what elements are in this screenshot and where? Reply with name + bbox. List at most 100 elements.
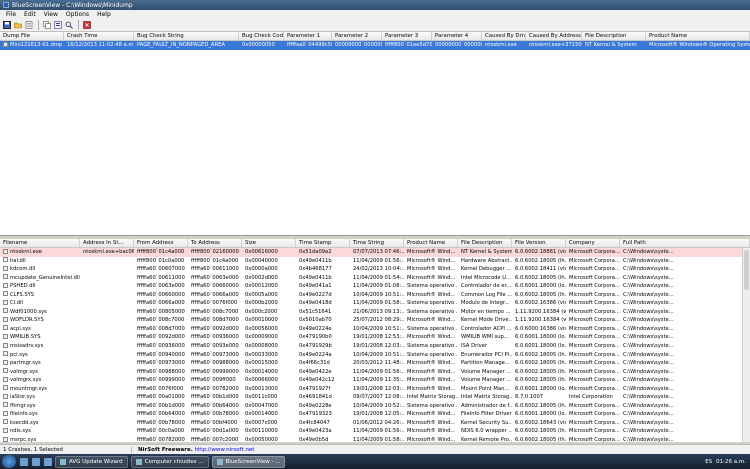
column-header-product-name[interactable]: Product Name bbox=[646, 32, 750, 40]
table-cell: 0x49e0423a bbox=[296, 427, 350, 436]
exit-icon[interactable] bbox=[82, 20, 91, 29]
table-row[interactable]: fltmgr.sys fffffa60`00b1d000 fffffa60`00b6… bbox=[0, 402, 750, 411]
cell-text: Intel Corporation bbox=[569, 394, 613, 401]
table-row[interactable]: CI.dll fffffa60`0066a000 fffffa60`0076f000… bbox=[0, 299, 750, 308]
table-row[interactable]: WDFLDR.SYS fffffa60`008c7000 fffffa60`008d… bbox=[0, 316, 750, 325]
cell-text: fffffa60`0092d000 bbox=[191, 325, 239, 332]
save-icon[interactable] bbox=[2, 20, 11, 29]
table-cell bbox=[80, 427, 134, 436]
table-row[interactable]: mountmgr.sys fffffa60`0076f000 fffffa60`00… bbox=[0, 385, 750, 394]
table-row[interactable]: WMILIB.SYS fffffa60`0092d000 fffffa60`0093… bbox=[0, 333, 750, 342]
cell-text: Volume Manager ... bbox=[461, 377, 512, 384]
quick-launch-icon[interactable] bbox=[32, 457, 40, 466]
driver-list-pane[interactable]: Filename Address In St... From Address To A… bbox=[0, 239, 750, 442]
column-header-bug-check-code[interactable]: Bug Check Code bbox=[239, 32, 284, 40]
table-row[interactable]: Mini121613-01.dmp 16/12/2013 11:02:48 a.m… bbox=[0, 41, 750, 50]
table-row[interactable]: CLFS.SYS fffffa60`00660000 fffffa60`0066a0… bbox=[0, 291, 750, 300]
column-header-time-string[interactable]: Time String bbox=[350, 239, 404, 247]
column-header-parameter-1[interactable]: Parameter 1 bbox=[284, 32, 332, 40]
open-folder-icon[interactable] bbox=[13, 20, 22, 29]
scrollbar-thumb[interactable] bbox=[744, 250, 749, 290]
table-row[interactable]: partmgr.sys fffffa60`00973000 fffffa60`009… bbox=[0, 359, 750, 368]
quick-launch-icon[interactable] bbox=[20, 457, 28, 466]
cell-text: fffffa60`0093e000 bbox=[191, 343, 239, 350]
column-header-file-description[interactable]: File Description bbox=[582, 32, 646, 40]
clock[interactable]: 01:26 a.m. bbox=[716, 459, 746, 465]
column-header-company[interactable]: Company bbox=[566, 239, 620, 247]
table-cell: Microsoft® Wind... bbox=[404, 385, 458, 394]
column-header-address-in-st[interactable]: Address In St... bbox=[80, 239, 134, 247]
table-row[interactable]: ntoskrnl.exe ntoskrnl.exe+bac06 fffff800`0… bbox=[0, 248, 750, 257]
column-header-dump-file[interactable]: Dump File bbox=[0, 32, 64, 40]
cell-text: fffffa60`00611000 bbox=[191, 266, 239, 273]
properties-icon[interactable] bbox=[53, 20, 62, 29]
column-header-parameter-3[interactable]: Parameter 3 bbox=[382, 32, 432, 40]
table-cell: NDIS 6.0 wrapper ... bbox=[458, 427, 512, 436]
table-cell: 8.7.0.1007 bbox=[512, 393, 566, 402]
nirsoft-link[interactable]: http://www.nirsoft.net bbox=[195, 447, 255, 453]
menu-view[interactable]: View bbox=[40, 11, 62, 18]
language-indicator[interactable]: ES bbox=[705, 459, 712, 465]
table-row[interactable]: acpi.sys fffffa60`008d7000 fffffa60`0092d0… bbox=[0, 325, 750, 334]
table-row[interactable]: msrpc.sys fffffa60`00782000 fffffa60`007c2… bbox=[0, 436, 750, 442]
column-header-from-address[interactable]: From Address bbox=[134, 239, 188, 247]
table-row[interactable]: mcupdate_GenuineIntel.dll fffffa60`006110… bbox=[0, 274, 750, 283]
column-header-caused-by-driver[interactable]: Caused By Driver bbox=[482, 32, 526, 40]
column-header-full-path[interactable]: Full Path bbox=[620, 239, 750, 247]
task-bluescreenview[interactable]: BlueScreenView - ... bbox=[211, 455, 286, 468]
cell-text: Microsoft Corpora... bbox=[569, 317, 620, 324]
table-cell: C:\Windows\syste... bbox=[620, 248, 750, 257]
cell-text: Módulo de integr... bbox=[461, 300, 510, 307]
table-cell: partmgr.sys bbox=[0, 359, 80, 368]
column-header-parameter-4[interactable]: Parameter 4 bbox=[432, 32, 482, 40]
cell-text: Microsoft Corpora... bbox=[569, 411, 620, 418]
column-header-product-name[interactable]: Product Name bbox=[404, 239, 458, 247]
cell-text: ntoskrnl.exe bbox=[10, 249, 42, 255]
table-row[interactable]: volmgr.sys fffffa60`00988000 fffffa60`0099… bbox=[0, 368, 750, 377]
table-cell: 21/06/2013 09:13:... bbox=[350, 308, 404, 317]
vertical-scrollbar[interactable] bbox=[742, 248, 750, 442]
table-row[interactable]: fileinfo.sys fffffa60`00b64000 fffffa60`00… bbox=[0, 410, 750, 419]
menu-file[interactable]: File bbox=[2, 11, 20, 18]
table-cell: Módulo de integr... bbox=[458, 299, 512, 308]
column-header-caused-by-address[interactable]: Caused By Address bbox=[526, 32, 582, 40]
column-header-filename[interactable]: Filename bbox=[0, 239, 80, 247]
column-header-size[interactable]: Size bbox=[242, 239, 296, 247]
quick-launch-icon[interactable] bbox=[44, 457, 52, 466]
table-row[interactable]: Wdf01000.sys fffffa60`00805000 fffffa60`00… bbox=[0, 308, 750, 317]
find-icon[interactable] bbox=[64, 20, 73, 29]
column-header-file-version[interactable]: File Version bbox=[512, 239, 566, 247]
cell-text: 6.0.6002.18005 (lh... bbox=[515, 428, 566, 435]
cell-text: Sistema operativo ... bbox=[407, 283, 458, 290]
cell-text: Microsoft Corpora... bbox=[569, 343, 620, 350]
column-header-to-address[interactable]: To Address bbox=[188, 239, 242, 247]
column-header-file-description[interactable]: File Description bbox=[458, 239, 512, 247]
column-header-crash-time[interactable]: Crash Time bbox=[64, 32, 134, 40]
table-cell: Microsoft® Wind... bbox=[404, 316, 458, 325]
column-header-parameter-2[interactable]: Parameter 2 bbox=[332, 32, 382, 40]
html-report-icon[interactable] bbox=[24, 20, 33, 29]
table-row[interactable]: hal.dll fffff800`01c0a000 fffff800`01c4a00… bbox=[0, 257, 750, 266]
table-row[interactable]: iaStor.sys fffffa60`00a01000 fffffa60`00b1… bbox=[0, 393, 750, 402]
table-row[interactable]: pci.sys fffffa60`00940000 fffffa60`0097300… bbox=[0, 351, 750, 360]
table-row[interactable]: ndis.sys fffffa60`00c0a000 fffffa60`00d1a0… bbox=[0, 427, 750, 436]
table-row[interactable]: volmgrx.sys fffffa60`00999000 fffffa60`009… bbox=[0, 376, 750, 385]
cell-text: partmgr.sys bbox=[10, 360, 41, 367]
column-header-bug-check-string[interactable]: Bug Check String bbox=[134, 32, 239, 40]
column-header-time-stamp[interactable]: Time Stamp bbox=[296, 239, 350, 247]
task-avg-update[interactable]: AVG Update Wizard bbox=[55, 455, 128, 468]
copy-icon[interactable] bbox=[42, 20, 51, 29]
menu-options[interactable]: Options bbox=[62, 11, 93, 18]
start-button[interactable] bbox=[2, 455, 16, 468]
table-row[interactable]: kdcom.dll fffffa60`00607000 fffffa60`00611… bbox=[0, 265, 750, 274]
table-row[interactable]: msisadrv.sys fffffa60`00936000 fffffa60`00… bbox=[0, 342, 750, 351]
table-cell: fffffa60`007c2000 bbox=[188, 436, 242, 442]
table-row[interactable]: PSHED.dll fffffa60`0063e000 fffffa60`00660… bbox=[0, 282, 750, 291]
menu-edit[interactable]: Edit bbox=[20, 11, 40, 18]
table-row[interactable]: ksecdd.sys fffffa60`00b78000 fffffa60`00bf… bbox=[0, 419, 750, 428]
menu-help[interactable]: Help bbox=[93, 11, 115, 18]
task-browser[interactable]: Computer chiudies ... bbox=[130, 455, 209, 468]
table-cell: fffffa60`008d7000 bbox=[134, 325, 188, 334]
crash-list-pane[interactable]: Dump File Crash Time Bug Check String Bug C… bbox=[0, 32, 750, 236]
table-cell: 19/01/2008 12:53:... bbox=[350, 333, 404, 342]
